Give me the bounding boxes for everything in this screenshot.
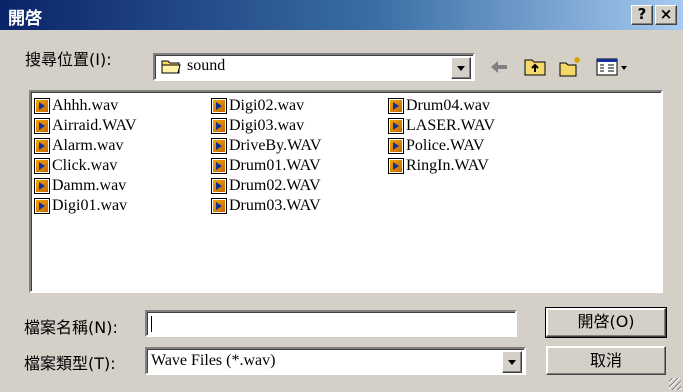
up-folder-icon[interactable] (523, 55, 547, 79)
help-button[interactable]: ? (631, 5, 653, 25)
file-item[interactable]: LASER.WAV (388, 116, 495, 136)
file-item[interactable]: Digi02.wav (211, 96, 321, 116)
file-item[interactable]: Drum01.WAV (211, 156, 321, 176)
wave-file-icon (211, 138, 227, 154)
file-item[interactable]: Damm.wav (34, 176, 137, 196)
open-file-dialog: 開啓 ? × 搜尋位置(I): sound Ahhh.wav Airraid.W… (0, 0, 683, 392)
file-item[interactable]: Drum04.wav (388, 96, 495, 116)
resize-grip[interactable] (669, 378, 681, 390)
wave-file-icon (388, 118, 404, 134)
lookin-value: sound (187, 57, 226, 74)
open-button[interactable]: 開啓(O) (545, 307, 667, 338)
wave-file-icon (34, 118, 50, 134)
filetype-dropdown-arrow[interactable] (502, 351, 522, 373)
view-menu-icon[interactable] (596, 55, 630, 79)
file-item[interactable]: Drum03.WAV (211, 196, 321, 216)
file-item[interactable]: RingIn.WAV (388, 156, 495, 176)
wave-file-icon (34, 178, 50, 194)
file-item[interactable]: Drum02.WAV (211, 176, 321, 196)
lookin-dropdown-arrow[interactable] (451, 57, 471, 79)
title-bar[interactable]: 開啓 ? × (0, 0, 683, 30)
wave-file-icon (211, 198, 227, 214)
file-item[interactable]: Police.WAV (388, 136, 495, 156)
filetype-combobox[interactable]: Wave Files (*.wav) (145, 347, 526, 375)
file-column-2: Digi02.wav Digi03.wav DriveBy.WAV Drum01… (211, 96, 321, 216)
cancel-button[interactable]: 取消 (546, 346, 666, 375)
back-arrow-icon[interactable] (487, 55, 511, 79)
filetype-label: 檔案類型(T): (24, 354, 116, 373)
lookin-combobox[interactable]: sound (153, 53, 475, 81)
close-button[interactable]: × (655, 5, 677, 25)
file-item[interactable]: Ahhh.wav (34, 96, 137, 116)
wave-file-icon (34, 138, 50, 154)
wave-file-icon (388, 158, 404, 174)
file-column-1: Ahhh.wav Airraid.WAV Alarm.wav Click.wav… (34, 96, 137, 216)
wave-file-icon (34, 98, 50, 114)
file-item[interactable]: Digi01.wav (34, 196, 137, 216)
file-item[interactable]: Alarm.wav (34, 136, 137, 156)
wave-file-icon (211, 98, 227, 114)
wave-file-icon (211, 118, 227, 134)
file-item[interactable]: DriveBy.WAV (211, 136, 321, 156)
file-column-3: Drum04.wav LASER.WAV Police.WAV RingIn.W… (388, 96, 495, 176)
file-item[interactable]: Airraid.WAV (34, 116, 137, 136)
new-folder-icon[interactable] (558, 55, 582, 79)
wave-file-icon (388, 98, 404, 114)
file-item[interactable]: Click.wav (34, 156, 137, 176)
filetype-value: Wave Files (*.wav) (151, 352, 276, 369)
wave-file-icon (388, 138, 404, 154)
text-cursor (151, 316, 152, 332)
filename-input[interactable] (145, 310, 517, 337)
window-title: 開啓 (8, 9, 42, 29)
file-item[interactable]: Digi03.wav (211, 116, 321, 136)
lookin-label: 搜尋位置(I): (25, 50, 112, 69)
folder-icon (161, 60, 181, 74)
wave-file-icon (34, 158, 50, 174)
filename-label: 檔案名稱(N): (24, 318, 118, 337)
file-list[interactable]: Ahhh.wav Airraid.WAV Alarm.wav Click.wav… (29, 90, 663, 293)
wave-file-icon (211, 178, 227, 194)
wave-file-icon (34, 198, 50, 214)
wave-file-icon (211, 158, 227, 174)
